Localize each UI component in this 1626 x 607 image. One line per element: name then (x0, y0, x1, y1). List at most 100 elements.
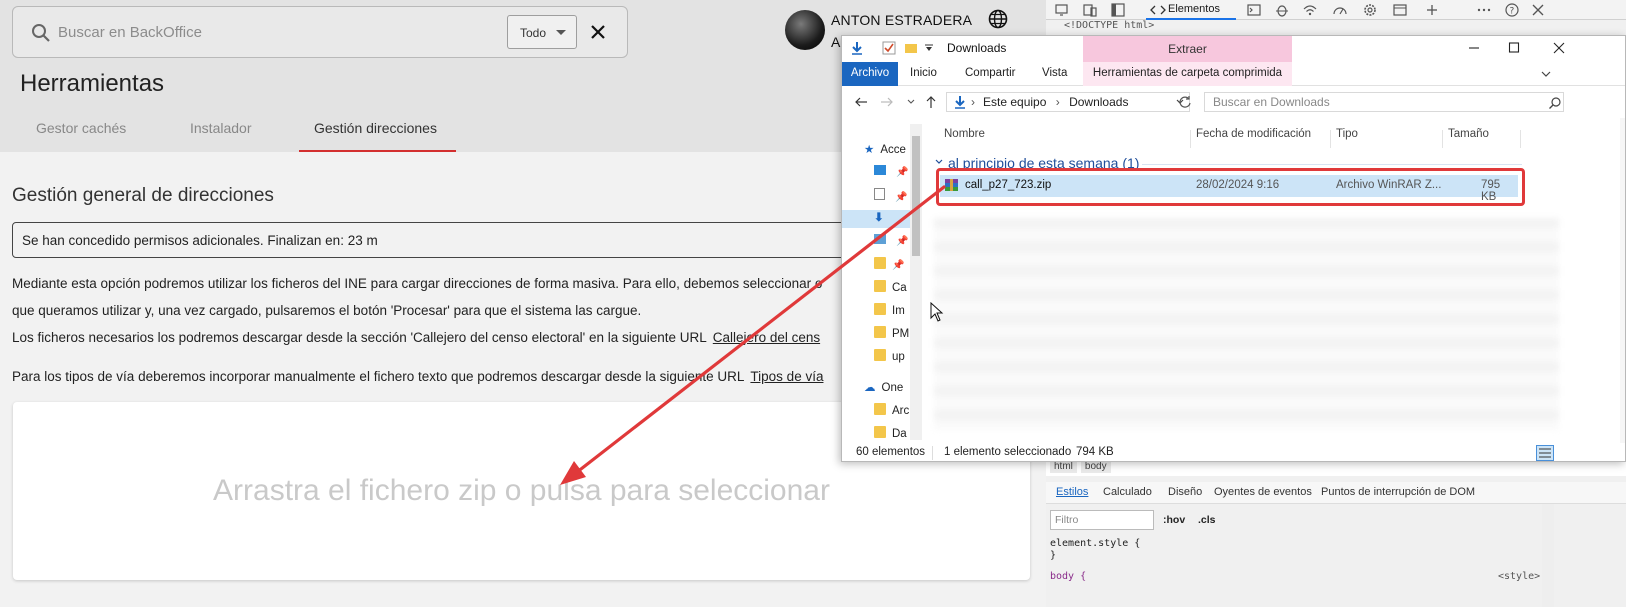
chevron-down-icon[interactable] (924, 44, 934, 52)
dropzone-label: Arrastra el fichero zip o pulsa para sel… (213, 474, 830, 507)
tab-event-listeners[interactable]: Oyentes de eventos (1214, 486, 1312, 498)
nav-item-folder[interactable]: Ca (874, 280, 907, 298)
download-arrow-icon (955, 96, 965, 109)
body-style-rule: body { (1050, 571, 1087, 582)
ribbon-tab-compressed-tools[interactable]: Herramientas de carpeta comprimida (1083, 62, 1292, 86)
tab-elements[interactable]: Elementos (1146, 0, 1236, 20)
tab-elements-label: Elementos (1168, 3, 1220, 15)
nav-item-folder[interactable]: up (874, 349, 905, 367)
bug-icon[interactable] (1274, 2, 1290, 18)
help-icon[interactable]: ? (1504, 2, 1520, 18)
column-header-size[interactable]: Tamaño (1448, 128, 1489, 140)
tab-dom-breakpoints[interactable]: Puntos de interrupción de DOM (1321, 486, 1475, 498)
close-icon[interactable] (1530, 2, 1546, 18)
column-divider[interactable] (1190, 130, 1191, 148)
nav-item-pictures[interactable]: 📌 (874, 234, 908, 252)
nav-item-label: One (881, 382, 904, 394)
tab-styles[interactable]: Estilos (1056, 486, 1088, 498)
census-street-link[interactable]: Callejero del cens (713, 330, 820, 345)
hov-toggle[interactable]: :hov (1163, 514, 1185, 526)
maximize-icon[interactable] (1504, 39, 1524, 57)
filter-select[interactable]: Todo (507, 15, 577, 49)
column-header-name[interactable]: Nombre (944, 128, 985, 140)
tab-layout[interactable]: Diseño (1168, 486, 1202, 498)
chevron-down-icon[interactable] (934, 158, 944, 166)
explorer-search-input[interactable]: Buscar en Downloads (1204, 92, 1564, 112)
nav-item-desktop[interactable]: 📌 (874, 165, 908, 183)
pin-icon: 📌 (895, 192, 908, 203)
breadcrumb-downloads[interactable]: Downloads (1069, 95, 1128, 109)
search-box[interactable]: Buscar en BackOffice Todo (12, 6, 628, 58)
avatar[interactable] (785, 10, 825, 50)
tab-computed[interactable]: Calculado (1103, 486, 1152, 498)
details-view-icon[interactable] (1536, 445, 1554, 461)
nav-item-folder[interactable]: Arc (874, 403, 909, 421)
tab-installer[interactable]: Instalador (190, 120, 251, 136)
ribbon-tab-view[interactable]: Vista (1042, 62, 1067, 86)
nav-item-documents[interactable]: 📌 (874, 188, 907, 206)
performance-icon[interactable] (1332, 2, 1348, 18)
star-icon: ★ (864, 144, 875, 156)
nav-item-folder[interactable]: 📌 (874, 257, 904, 275)
gear-icon[interactable] (1362, 2, 1378, 18)
scrollbar[interactable] (1620, 118, 1625, 443)
column-divider[interactable] (1442, 130, 1443, 148)
properties-icon[interactable] (882, 41, 896, 55)
ribbon-tab-home[interactable]: Inicio (910, 62, 937, 86)
nav-item-folder[interactable]: PM (874, 326, 909, 344)
search-icon[interactable] (1548, 96, 1562, 110)
refresh-icon[interactable] (1178, 95, 1192, 109)
style-source-link[interactable]: <style> (1498, 571, 1540, 582)
code-line: element.style { (1050, 538, 1141, 549)
inspect-icon[interactable] (1054, 2, 1070, 18)
ribbon-tab-file[interactable]: Archivo (842, 62, 898, 86)
more-icon[interactable] (1476, 2, 1492, 18)
cls-toggle[interactable]: .cls (1198, 514, 1216, 526)
ribbon-tab-share[interactable]: Compartir (965, 62, 1015, 86)
console-icon[interactable] (1246, 2, 1262, 18)
element-style-rule: element.style { } (1050, 538, 1140, 562)
chevron-down-icon[interactable] (1540, 69, 1552, 79)
dock-icon[interactable] (1110, 2, 1126, 18)
back-arrow-icon[interactable] (854, 96, 868, 108)
column-header-type[interactable]: Tipo (1336, 128, 1358, 140)
pin-icon: 📌 (896, 167, 909, 178)
column-header-date[interactable]: Fecha de modificación (1196, 128, 1311, 140)
blurred-file-list (934, 218, 1559, 430)
nav-item-folder[interactable]: Da (874, 426, 907, 443)
scrollbar[interactable] (910, 124, 922, 440)
scrollbar-thumb[interactable] (912, 136, 920, 256)
globe-icon[interactable] (988, 9, 1008, 29)
explorer-titlebar[interactable]: Downloads Extraer (842, 36, 1625, 62)
close-icon[interactable] (1549, 39, 1569, 57)
styles-filter-input[interactable]: Filtro (1050, 510, 1154, 530)
address-bar[interactable]: › Este equipo › Downloads (946, 92, 1190, 112)
nav-item-quick-access[interactable]: ★ Acce (864, 142, 906, 160)
nav-item-downloads[interactable]: ⬇ (842, 210, 910, 228)
nav-item-folder[interactable]: Im (874, 303, 905, 321)
picture-icon (874, 234, 886, 244)
column-divider[interactable] (1330, 130, 1331, 148)
breadcrumb-separator: › (971, 95, 975, 109)
device-icon[interactable] (1082, 2, 1098, 18)
minimize-icon[interactable] (1464, 39, 1484, 57)
folder-icon[interactable] (904, 41, 918, 55)
column-divider[interactable] (1520, 130, 1521, 148)
breadcrumb-this-pc[interactable]: Este equipo (983, 95, 1046, 109)
status-selected-size: 794 KB (1076, 446, 1114, 458)
up-arrow-icon[interactable] (924, 95, 938, 109)
plus-icon[interactable] (1424, 2, 1440, 18)
application-icon[interactable] (1392, 2, 1408, 18)
folder-icon (874, 303, 886, 315)
scrollbar[interactable] (1542, 504, 1554, 607)
chevron-down-icon[interactable] (906, 98, 916, 106)
status-selected: 1 elemento seleccionado (944, 446, 1072, 458)
network-icon[interactable] (1302, 2, 1318, 18)
tab-cache-manager[interactable]: Gestor cachés (36, 120, 126, 136)
cloud-icon: ☁ (864, 382, 876, 394)
road-types-link[interactable]: Tipos de vía (750, 369, 823, 384)
close-icon[interactable] (587, 21, 609, 43)
nav-item-onedrive[interactable]: ☁ One (864, 380, 903, 398)
tab-address-management[interactable]: Gestión direcciones (314, 120, 437, 136)
forward-arrow-icon[interactable] (880, 96, 894, 108)
